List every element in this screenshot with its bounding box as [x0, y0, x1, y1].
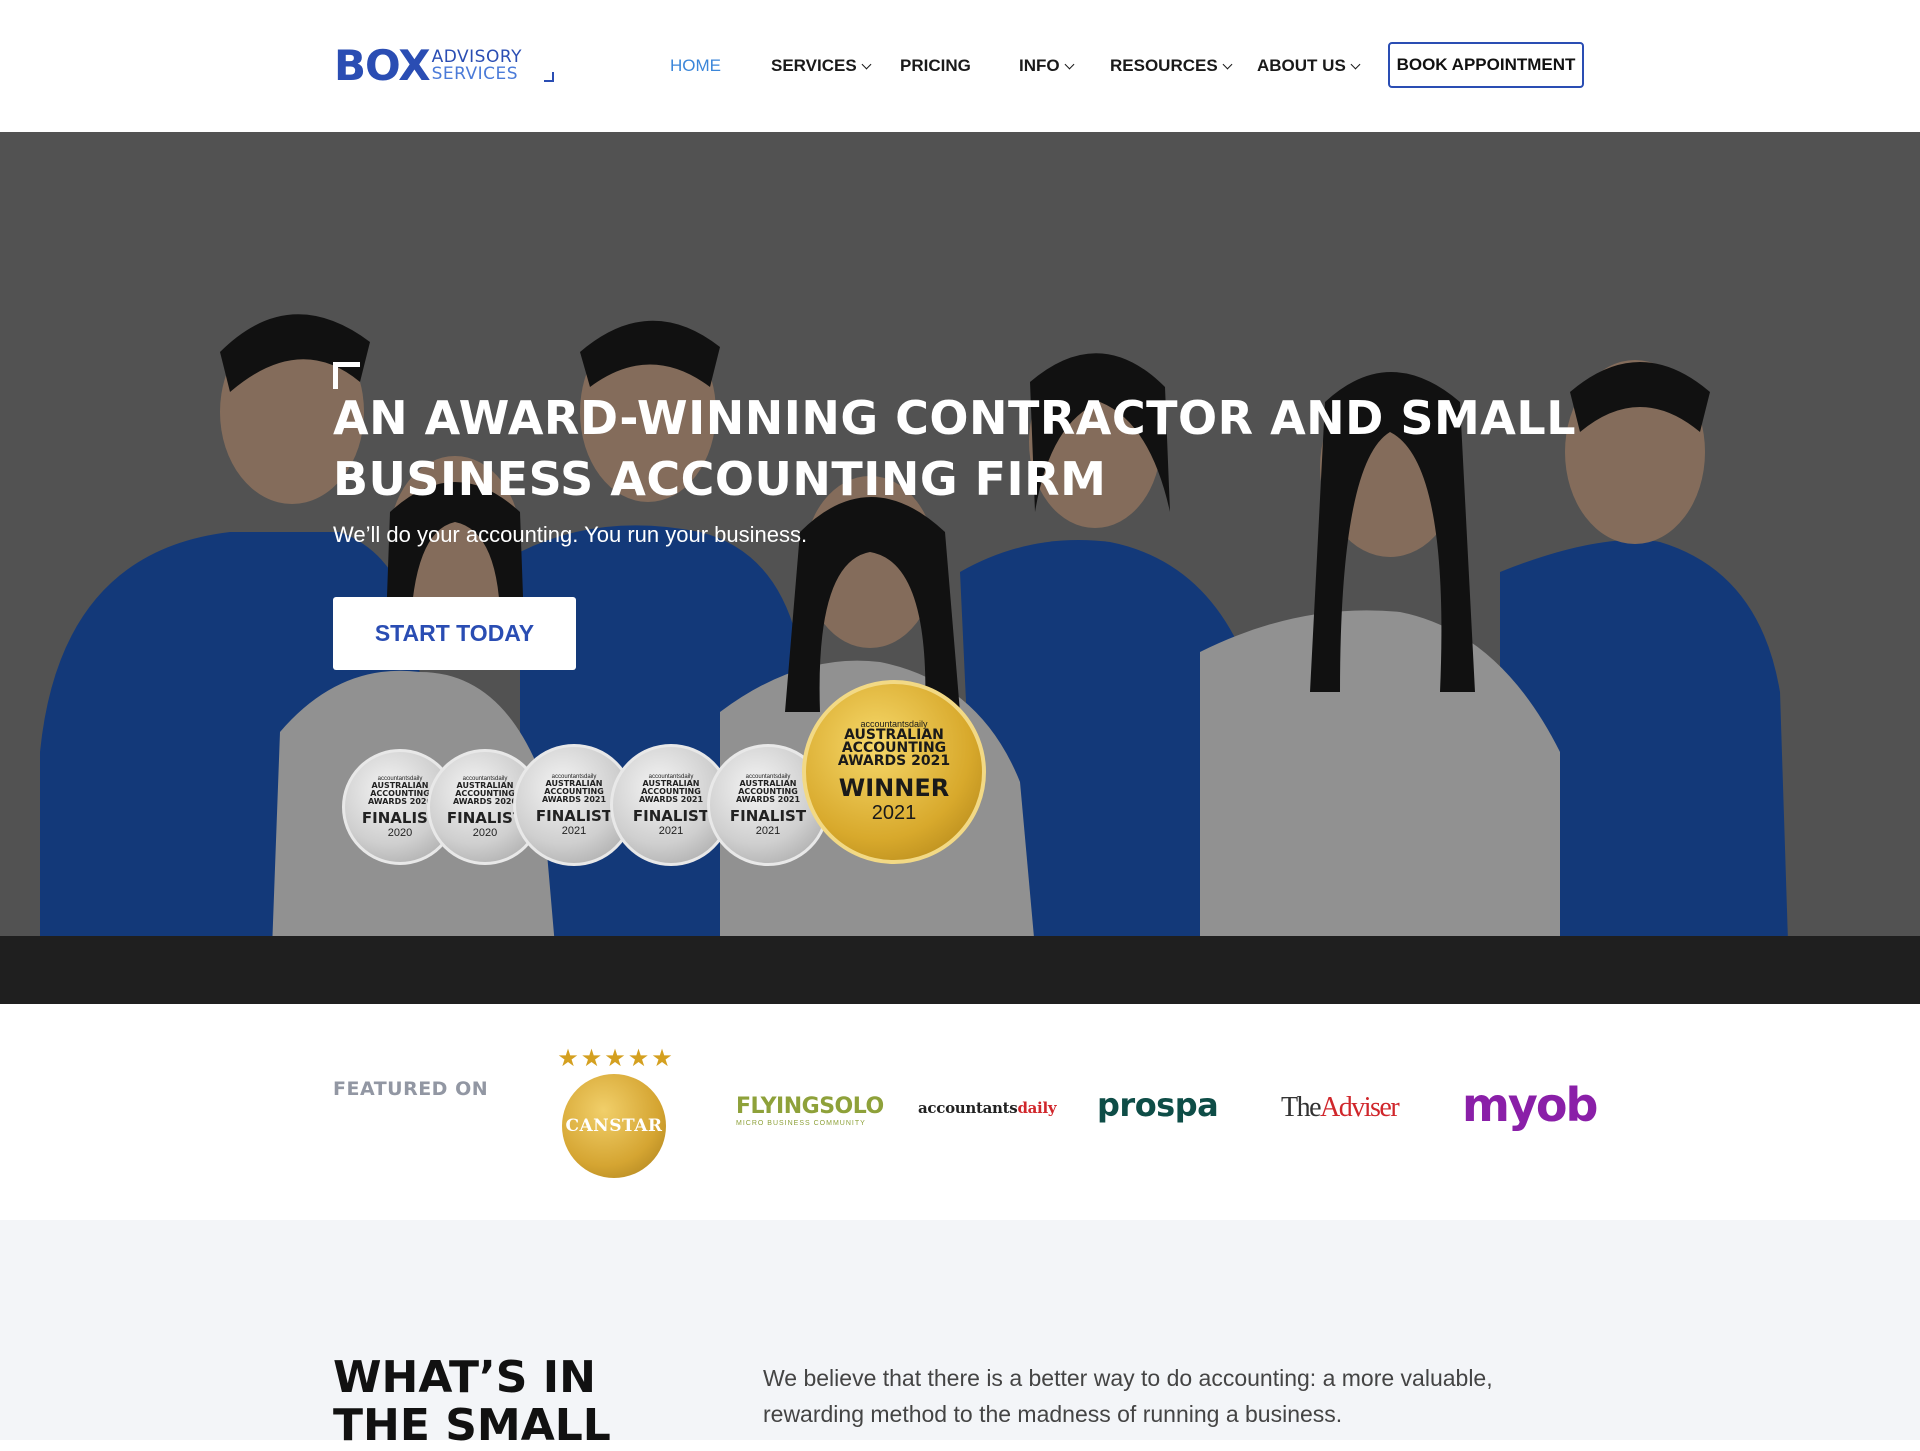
badge-year: 2021: [561, 824, 587, 837]
hero-section: AN AWARD-WINNING CONTRACTOR AND SMALL BU…: [0, 132, 1920, 1004]
badge-status: WINNER: [838, 774, 950, 802]
nav-home-label: HOME: [670, 56, 721, 75]
hero-overlay: [0, 132, 1920, 1004]
hero-title: AN AWARD-WINNING CONTRACTOR AND SMALL BU…: [333, 391, 1577, 506]
the-adviser-logo[interactable]: TheAdviser: [1281, 1092, 1400, 1124]
chevron-down-icon: [1064, 59, 1075, 69]
section-intro-text: We believe that there is a better way to…: [763, 1365, 1493, 1427]
badge-year: 2021: [871, 802, 917, 824]
bracket-icon: [333, 362, 360, 389]
nav-services-label: SERVICES: [771, 56, 857, 75]
canstar-text: CANSTAR: [565, 1116, 663, 1136]
stars-icon: ★★★★★: [557, 1045, 675, 1072]
chevron-down-icon: [1350, 59, 1361, 69]
nav-pricing-label: PRICING: [900, 56, 971, 75]
start-today-button[interactable]: START TODAY: [333, 597, 576, 670]
whats-in-the-small-section: WHAT’S IN THE SMALL We believe that ther…: [0, 1220, 1920, 1450]
featured-on-label: FEATURED ON: [333, 1078, 489, 1100]
logo-corner-mark: [544, 72, 554, 82]
nav-resources-label: RESOURCES: [1110, 56, 1218, 75]
canstar-logo[interactable]: ★★★★★ CANSTAR: [552, 1044, 680, 1180]
flyingsolo-tagline: MICRO BUSINESS COMMUNITY: [736, 1120, 866, 1127]
award-badge-winner: accountantsdaily AUSTRALIAN ACCOUNTING A…: [802, 680, 986, 864]
nav-about-label: ABOUT US: [1257, 56, 1346, 75]
hero-subtitle: We’ll do your accounting. You run your b…: [333, 522, 808, 547]
chevron-down-icon: [861, 59, 872, 69]
logo-box-text: BOX: [334, 41, 431, 90]
chevron-down-icon: [1222, 59, 1233, 69]
book-appointment-button[interactable]: BOOK APPOINTMENT: [1388, 42, 1584, 88]
nav-services[interactable]: SERVICES: [771, 56, 872, 76]
nav-about-us[interactable]: ABOUT US: [1257, 56, 1361, 76]
canstar-disc: CANSTAR: [562, 1074, 666, 1178]
accountantsdaily-text-a: accountants: [918, 1099, 1018, 1117]
logo[interactable]: BOX ADVISORY SERVICES: [334, 41, 554, 90]
logo-line-2: SERVICES: [431, 64, 519, 84]
badge-status: FINALIST: [632, 806, 710, 825]
badge-status: FINALIST: [535, 806, 613, 825]
badge-year: 2020: [387, 826, 413, 839]
accountantsdaily-text-b: daily: [1017, 1099, 1057, 1117]
section-title: WHAT’S IN THE SMALL: [333, 1352, 611, 1451]
accountantsdaily-logo[interactable]: accountantsdaily: [918, 1099, 1057, 1117]
hero-bottom-strip: [0, 936, 1920, 1004]
badge-awards-line: AWARDS 2020: [452, 796, 518, 806]
badge-awards-line: AWARDS 2021: [837, 753, 951, 769]
badge-year: 2020: [472, 826, 498, 839]
badge-year: 2021: [658, 824, 684, 837]
badge-status: FINALIST: [729, 806, 807, 825]
nav-resources[interactable]: RESOURCES: [1110, 56, 1233, 76]
badge-awards-line: AWARDS 2021: [541, 794, 607, 804]
badge-awards-line: AWARDS 2021: [638, 794, 704, 804]
badge-year: 2021: [755, 824, 781, 837]
adviser-text-a: The: [1281, 1092, 1322, 1123]
adviser-text-b: Adviser: [1320, 1092, 1400, 1123]
myob-logo[interactable]: myob: [1462, 1078, 1598, 1132]
badge-awards-line: AWARDS 2021: [735, 794, 801, 804]
flyingsolo-logo[interactable]: FLYINGSOLO: [736, 1094, 884, 1119]
badge-awards-line: AWARDS 2020: [367, 796, 433, 806]
logo-subtext: ADVISORY SERVICES: [432, 49, 522, 83]
nav-info[interactable]: INFO: [1019, 56, 1075, 76]
badge-status: FINALIST: [446, 808, 524, 827]
nav-info-label: INFO: [1019, 56, 1060, 75]
site-header: BOX ADVISORY SERVICES HOME SERVICES PRIC…: [0, 0, 1920, 132]
nav-home[interactable]: HOME: [670, 56, 721, 76]
nav-pricing[interactable]: PRICING: [900, 56, 971, 76]
prospa-logo[interactable]: prospa: [1097, 1086, 1219, 1124]
